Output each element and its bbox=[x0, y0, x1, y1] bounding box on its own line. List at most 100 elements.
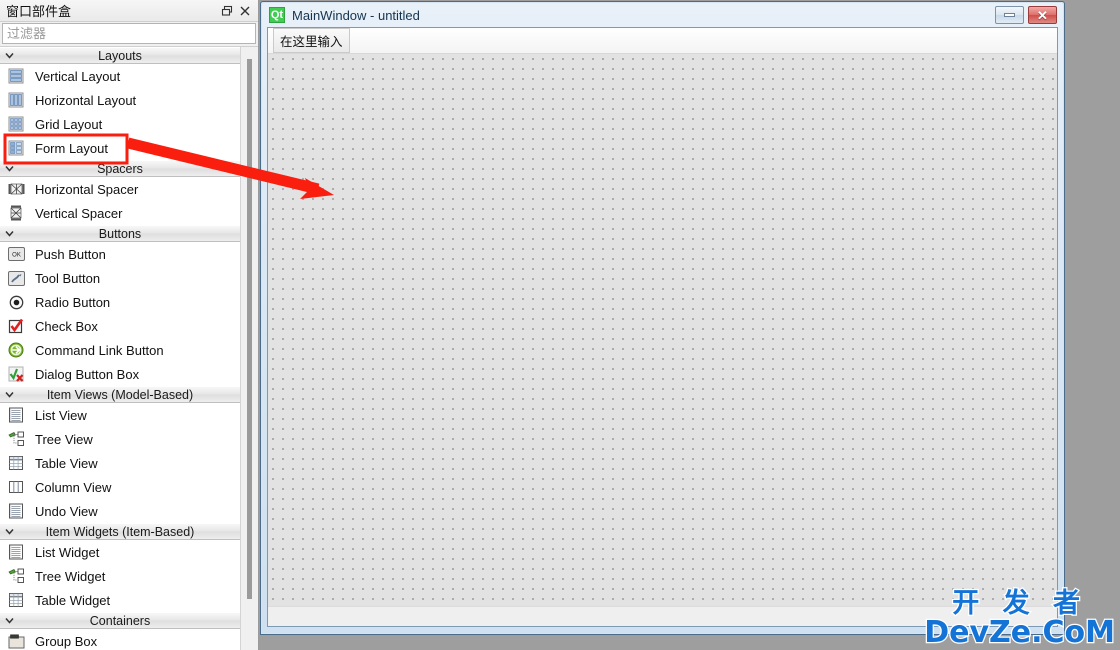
widget-item-column-view[interactable]: Column View bbox=[0, 475, 240, 499]
category-label: Buttons bbox=[98, 226, 142, 241]
category-header-containers[interactable]: Containers bbox=[0, 612, 240, 629]
widget-item-label: Tree View bbox=[35, 431, 93, 447]
tree-view-icon bbox=[7, 431, 25, 448]
list-view-icon bbox=[7, 407, 25, 424]
widget-item-list-view[interactable]: List View bbox=[0, 403, 240, 427]
qt-main-window: Qt MainWindow - untitled ✕ 在这里输入 bbox=[260, 1, 1065, 635]
category-header-layouts[interactable]: Layouts bbox=[0, 47, 240, 64]
category-label: Spacers bbox=[97, 161, 143, 176]
widget-item-label: Dialog Button Box bbox=[35, 366, 140, 382]
push-button-icon: OK bbox=[7, 246, 25, 263]
widget-item-label: List Widget bbox=[35, 544, 100, 560]
widget-item-label: List View bbox=[35, 407, 87, 423]
widget-item-table-widget[interactable]: Table Widget bbox=[0, 588, 240, 612]
widget-item-label: Tree Widget bbox=[35, 568, 106, 584]
minimize-icon bbox=[1004, 13, 1015, 17]
category-label: Layouts bbox=[98, 48, 142, 63]
widget-item-table-view[interactable]: Table View bbox=[0, 451, 240, 475]
widget-item-label: Vertical Spacer bbox=[35, 205, 123, 221]
qt-titlebar[interactable]: Qt MainWindow - untitled ✕ bbox=[262, 3, 1063, 27]
tool-button-icon bbox=[7, 270, 25, 287]
qt-window-frame: Qt MainWindow - untitled ✕ 在这里输入 bbox=[262, 3, 1063, 633]
widget-item-label: Vertical Layout bbox=[35, 68, 121, 84]
svg-text:OK: OK bbox=[12, 253, 21, 259]
vertical-layout-icon bbox=[7, 68, 25, 85]
widget-item-tool-button[interactable]: Tool Button bbox=[0, 266, 240, 290]
widget-item-label: Undo View bbox=[35, 503, 98, 519]
close-icon: ✕ bbox=[1037, 7, 1048, 23]
window-controls: ✕ bbox=[995, 6, 1057, 24]
qt-logo-icon: Qt bbox=[269, 7, 285, 23]
widget-item-label: Form Layout bbox=[35, 140, 108, 156]
widget-item-label: Table View bbox=[35, 455, 98, 471]
widget-item-tree-view[interactable]: Tree View bbox=[0, 427, 240, 451]
widget-box-scrollbar[interactable] bbox=[240, 47, 258, 650]
widget-item-push-button[interactable]: OK Push Button bbox=[0, 242, 240, 266]
widget-item-form-layout[interactable]: Form Layout bbox=[0, 136, 240, 160]
widget-item-horizontal-layout[interactable]: Horizontal Layout bbox=[0, 88, 240, 112]
qt-client-area: 在这里输入 bbox=[267, 27, 1058, 627]
filter-input[interactable] bbox=[2, 23, 256, 44]
qt-window-title: MainWindow - untitled bbox=[292, 7, 420, 23]
widget-item-dialog-button-box[interactable]: Dialog Button Box bbox=[0, 362, 240, 386]
category-label: Item Views (Model-Based) bbox=[46, 387, 194, 402]
form-design-canvas[interactable] bbox=[268, 54, 1057, 606]
widget-box-titlebar: 窗口部件盒 bbox=[0, 0, 258, 22]
widget-item-label: Horizontal Layout bbox=[35, 92, 137, 108]
widget-box-scroll-area: Layouts Vertical Layout Horizontal Layou… bbox=[0, 46, 258, 650]
list-widget-icon bbox=[7, 544, 25, 561]
restore-icon[interactable] bbox=[218, 2, 236, 20]
watermark-line-1: 开 发 者 bbox=[951, 588, 1088, 619]
undo-view-icon bbox=[7, 503, 25, 520]
screenshot-root: 窗口部件盒 Layouts bbox=[0, 0, 1120, 650]
widget-box-title: 窗口部件盒 bbox=[6, 4, 72, 19]
widget-item-command-link-button[interactable]: Command Link Button bbox=[0, 338, 240, 362]
widget-item-radio-button[interactable]: Radio Button bbox=[0, 290, 240, 314]
widget-item-grid-layout[interactable]: Grid Layout bbox=[0, 112, 240, 136]
category-label: Item Widgets (Item-Based) bbox=[45, 524, 195, 539]
widget-item-label: Group Box bbox=[35, 633, 98, 649]
widget-box-list: Layouts Vertical Layout Horizontal Layou… bbox=[0, 47, 240, 650]
vertical-spacer-icon bbox=[7, 205, 25, 222]
horizontal-spacer-icon bbox=[7, 181, 25, 198]
minimize-button[interactable] bbox=[995, 6, 1024, 24]
widget-item-vertical-layout[interactable]: Vertical Layout bbox=[0, 64, 240, 88]
scrollbar-thumb[interactable] bbox=[247, 59, 252, 599]
menubar-placeholder-item[interactable]: 在这里输入 bbox=[273, 28, 350, 53]
widget-item-label: Tool Button bbox=[35, 270, 101, 286]
widget-item-undo-view[interactable]: Undo View bbox=[0, 499, 240, 523]
widget-item-group-box[interactable]: Group Box bbox=[0, 629, 240, 650]
group-box-icon bbox=[7, 633, 25, 650]
widget-item-label: Grid Layout bbox=[35, 116, 103, 132]
tree-widget-icon bbox=[7, 568, 25, 585]
widget-item-label: Horizontal Spacer bbox=[35, 181, 139, 197]
widget-item-tree-widget[interactable]: Tree Widget bbox=[0, 564, 240, 588]
check-box-icon bbox=[7, 318, 25, 335]
close-button[interactable]: ✕ bbox=[1028, 6, 1057, 24]
category-header-spacers[interactable]: Spacers bbox=[0, 160, 240, 177]
horizontal-layout-icon bbox=[7, 92, 25, 109]
category-header-item-views-model-based[interactable]: Item Views (Model-Based) bbox=[0, 386, 240, 403]
filter-container bbox=[0, 22, 258, 46]
qt-menubar[interactable]: 在这里输入 bbox=[268, 28, 1057, 54]
table-view-icon bbox=[7, 455, 25, 472]
widget-item-horizontal-spacer[interactable]: Horizontal Spacer bbox=[0, 177, 240, 201]
column-view-icon bbox=[7, 479, 25, 496]
grid-layout-icon bbox=[7, 116, 25, 133]
command-link-button-icon bbox=[7, 342, 25, 359]
widget-item-label: Push Button bbox=[35, 246, 106, 262]
widget-item-label: Table Widget bbox=[35, 592, 111, 608]
widget-box-panel: 窗口部件盒 Layouts bbox=[0, 0, 259, 650]
category-label: Containers bbox=[89, 613, 151, 628]
radio-button-icon bbox=[7, 294, 25, 311]
close-icon[interactable] bbox=[236, 2, 254, 20]
watermark-line-2: DevZe.CoM bbox=[923, 615, 1116, 650]
category-header-item-widgets-item-based[interactable]: Item Widgets (Item-Based) bbox=[0, 523, 240, 540]
dialog-button-box-icon bbox=[7, 366, 25, 383]
widget-item-list-widget[interactable]: List Widget bbox=[0, 540, 240, 564]
category-header-buttons[interactable]: Buttons bbox=[0, 225, 240, 242]
widget-item-check-box[interactable]: Check Box bbox=[0, 314, 240, 338]
widget-item-vertical-spacer[interactable]: Vertical Spacer bbox=[0, 201, 240, 225]
widget-item-label: Check Box bbox=[35, 318, 98, 334]
form-layout-icon bbox=[7, 140, 25, 157]
